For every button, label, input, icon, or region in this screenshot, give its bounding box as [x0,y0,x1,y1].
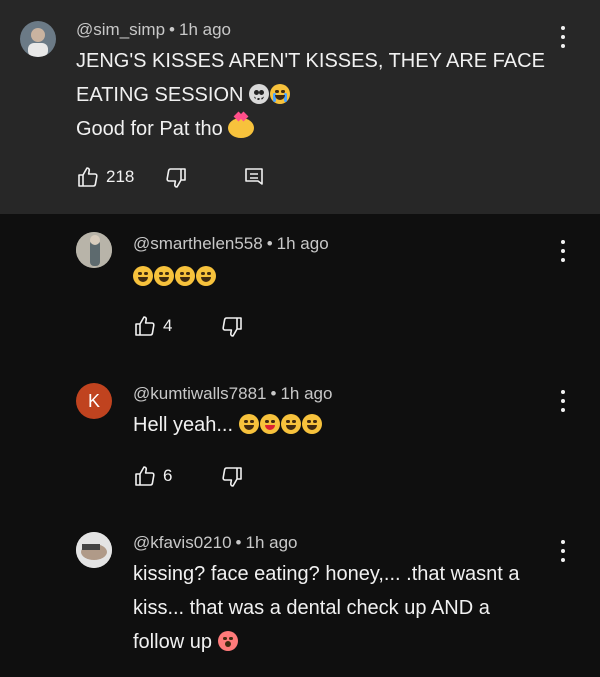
grinning-face-emoji-icon [238,414,259,434]
comment-author[interactable]: @sim_simp [76,20,165,39]
avatar[interactable]: K [76,383,112,419]
thumbs-down-icon [222,317,242,337]
dislike-button[interactable] [220,315,244,339]
comment-author[interactable]: @smarthelen558 [133,234,263,253]
laughing-face-emoji-icon [301,414,322,434]
thumbs-up-icon [135,466,155,486]
comment-body [133,260,217,294]
avatar-photo-icon [76,232,112,268]
comment-meta: @kfavis0210 • 1h ago [133,533,297,553]
crying-face-emoji-icon [270,84,291,104]
avatar-photo-icon [76,532,112,568]
separator-dot: • [235,533,242,552]
comment-body: JENG'S KISSES AREN'T KISSES, THEY ARE FA… [76,44,545,146]
like-button[interactable]: 4 [133,314,172,338]
dislike-button[interactable] [220,465,244,489]
like-button[interactable]: 218 [76,165,134,189]
avatar-photo-icon [28,28,48,57]
avatar[interactable] [20,21,56,57]
comment-body: Hell yeah... [133,408,323,442]
skull-emoji-icon [249,84,270,104]
comment-meta: @smarthelen558 • 1h ago [133,234,329,254]
thumbs-down-icon [222,467,242,487]
comment-line: kissing? face eating? honey,... .that wa… [133,563,520,585]
reply-icon [245,168,263,185]
astonished-face-emoji-icon [217,631,238,651]
comment-time: 1h ago [245,533,298,552]
separator-dot: • [169,20,175,39]
comment-line: EATING SESSION [76,78,545,112]
separator-dot: • [266,234,273,253]
comment-meta: @sim_simp • 1h ago [76,20,231,40]
thumbs-up-icon [78,167,98,187]
comment-line: follow up [133,625,520,659]
avatar[interactable] [76,232,112,268]
reply-button[interactable] [243,166,265,190]
comment-time: 1h ago [179,20,231,39]
comment-time: 1h ago [280,384,333,403]
more-options-icon[interactable] [559,240,567,262]
comment-body: kissing? face eating? honey,... .that wa… [133,557,520,659]
more-options-icon[interactable] [559,390,567,412]
smiling-face-emoji-icon [259,414,280,434]
comment-line: JENG'S KISSES AREN'T KISSES, THEY ARE FA… [76,50,545,72]
like-count: 6 [163,466,173,485]
avatar-letter: K [87,390,100,411]
separator-dot: • [270,384,277,403]
comment-line: Hell yeah... [133,414,234,436]
laughing-face-emoji-icon [280,414,301,434]
grinning-face-emoji-icon [133,266,153,286]
thumbs-up-icon [135,316,155,336]
grinning-face-emoji-icon [196,266,216,286]
avatar[interactable] [76,532,112,568]
thumbs-down-icon [166,168,186,188]
kiss-emoji-icon [228,118,255,138]
comment-author[interactable]: @kfavis0210 [133,533,232,552]
more-options-icon[interactable] [559,26,567,48]
comment-line: kiss... that was a dental check up AND a [133,597,490,619]
comment-line: Good for Pat tho [76,112,545,146]
like-button[interactable]: 6 [133,464,172,488]
grinning-face-emoji-icon [154,266,174,286]
dislike-button[interactable] [164,166,188,190]
like-count: 4 [163,316,173,335]
comment-meta: @kumtiwalls7881 • 1h ago [133,384,332,404]
like-count: 218 [106,167,135,186]
comment-time: 1h ago [276,234,329,253]
comment-author[interactable]: @kumtiwalls7881 [133,384,266,403]
more-options-icon[interactable] [559,540,567,562]
grinning-face-emoji-icon [175,266,195,286]
